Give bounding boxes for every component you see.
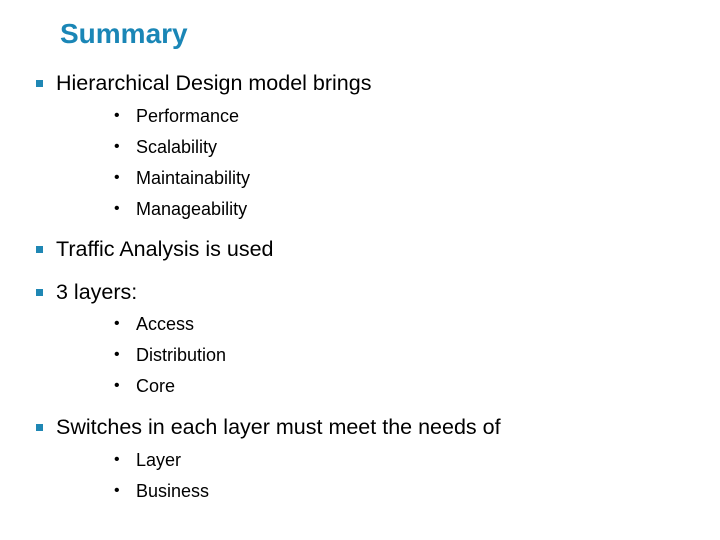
round-bullet-icon: •	[114, 482, 120, 499]
sub-bullet-text: Distribution	[136, 345, 227, 365]
sub-bullet-text: Maintainability	[136, 168, 251, 188]
square-bullet-icon	[36, 245, 43, 253]
sub-bullet-access: • Access	[114, 312, 194, 336]
slide-title: Summary	[60, 18, 188, 49]
square-bullet-icon	[36, 423, 43, 431]
round-bullet-icon: •	[114, 451, 120, 468]
sub-bullet-text: Scalability	[136, 137, 218, 157]
sub-bullet-distribution: • Distribution	[114, 343, 226, 367]
round-bullet-icon: •	[114, 315, 120, 332]
square-bullet-icon	[36, 79, 43, 87]
sub-bullet-business: • Business	[114, 479, 209, 503]
bullet-text: Hierarchical Design model brings	[56, 71, 372, 95]
sub-bullet-manageability: • Manageability	[114, 197, 247, 221]
bullet-traffic-analysis: Traffic Analysis is used	[36, 235, 273, 263]
bullet-hierarchical-design: Hierarchical Design model brings	[36, 69, 371, 97]
round-bullet-icon: •	[114, 107, 120, 124]
bullet-text: Switches in each layer must meet the nee…	[56, 415, 501, 439]
round-bullet-icon: •	[114, 138, 120, 155]
sub-bullet-performance: • Performance	[114, 104, 239, 128]
slide: Summary Hierarchical Design model brings…	[0, 0, 720, 540]
bullet-switches-needs: Switches in each layer must meet the nee…	[36, 413, 501, 441]
round-bullet-icon: •	[114, 169, 120, 186]
sub-bullet-layer: • Layer	[114, 448, 181, 472]
square-bullet-icon	[36, 288, 43, 296]
bullet-text: Traffic Analysis is used	[56, 237, 274, 261]
sub-bullet-text: Core	[136, 376, 176, 396]
sub-bullet-text: Performance	[136, 106, 240, 126]
sub-bullet-text: Layer	[136, 450, 182, 470]
sub-bullet-core: • Core	[114, 374, 175, 398]
sub-bullet-maintainability: • Maintainability	[114, 166, 250, 190]
round-bullet-icon: •	[114, 200, 120, 217]
round-bullet-icon: •	[114, 377, 120, 394]
bullet-three-layers: 3 layers:	[36, 278, 137, 306]
bullet-text: 3 layers:	[56, 280, 138, 304]
round-bullet-icon: •	[114, 346, 120, 363]
sub-bullet-text: Business	[136, 481, 210, 501]
sub-bullet-scalability: • Scalability	[114, 135, 217, 159]
sub-bullet-text: Access	[136, 314, 195, 334]
sub-bullet-text: Manageability	[136, 199, 248, 219]
